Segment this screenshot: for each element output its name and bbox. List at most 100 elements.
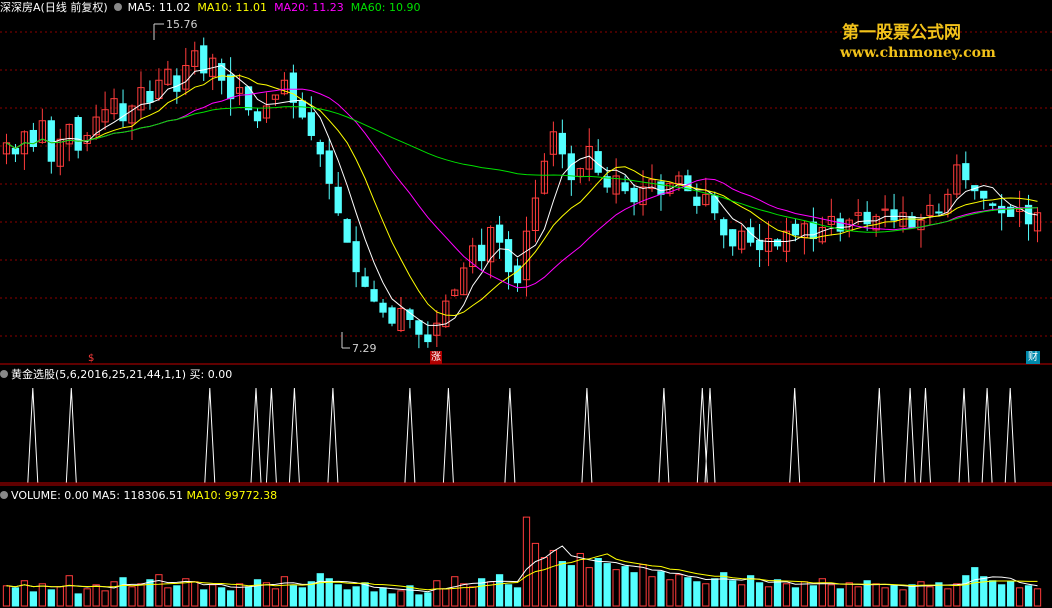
volume-bar [621,566,629,607]
volume-bar [47,589,55,607]
volume-bar [495,574,504,607]
volume-bar [755,582,764,607]
volume-bar [630,572,638,607]
candle-body [558,132,566,155]
volume-bar [567,565,575,607]
candle-body [289,72,298,103]
volume-bar [738,584,746,607]
candle-body [173,75,181,92]
rise-marker-icon[interactable]: 涨 [430,351,442,364]
volume-bar [800,581,809,607]
volume-bar [155,574,163,607]
volume-bar [827,584,835,607]
candle-body [11,147,20,155]
volume-bar [1024,585,1033,607]
volume-bar [110,581,118,607]
ma10-label: MA10: 11.01 [197,1,268,14]
volume-bar [576,552,584,607]
candle-body [657,181,665,195]
volume-bar [639,564,647,607]
volume-bar [791,587,800,607]
volume-bar [944,588,952,607]
volume-bar [702,583,710,607]
indicator-name[interactable]: 黄金选股(5,6,2016,25,21,44,1,1) [11,368,186,381]
volume-ma10-line [6,553,1038,591]
volume-bar [253,579,262,607]
candle-body [729,229,737,247]
volume-bar [711,578,719,607]
candle-body [504,239,513,273]
volume-bar [415,594,423,607]
volume-bar [782,583,791,607]
volume-bar [522,516,531,607]
price-header: 深深房A(日线 前复权) MA5: 11.02 MA10: 11.01 MA20… [0,1,421,14]
volume-bar [908,584,916,607]
volume-bar [209,584,217,607]
candle-body [863,211,871,225]
volume-bar [451,576,459,607]
volume-bar [191,581,199,607]
volume-bar [433,580,441,607]
volume-bar [666,579,674,607]
candle-body [755,239,764,251]
volume-bar [504,584,513,607]
stock-name[interactable]: 深深房A [0,1,41,14]
volume-bar [1033,588,1042,607]
settings-dot-icon[interactable] [0,370,8,378]
volume-bar [585,567,593,607]
volume-bar [971,567,979,607]
candle-body [388,307,396,324]
candle-body [307,112,315,136]
dollar-marker-icon[interactable]: $ [88,352,94,365]
volume-bar [980,576,988,607]
volume-bar [388,593,396,607]
volume-bar [935,582,943,607]
low-price-annotation: 7.29 [352,342,377,355]
period-label[interactable]: (日线 前复权) [41,1,108,14]
watermark-url: www.chnmoney.com [840,45,996,61]
finance-marker-icon[interactable]: 财 [1026,351,1040,364]
candle-body [352,241,360,273]
candle-body [791,223,800,236]
volume-bar [406,585,414,607]
settings-dot-icon[interactable] [0,491,8,499]
volume-bar [2,585,11,607]
volume-bar [854,586,862,607]
candle-body [989,203,997,206]
ma5-label: MA5: 11.02 [127,1,191,14]
volume-bar [361,582,369,607]
volume-bar [890,585,898,607]
volume-bar [962,575,970,607]
candle-body [693,196,701,206]
volume-bar [128,586,136,607]
indicator-header: 黄金选股(5,6,2016,25,21,44,1,1) 买: 0.00 [0,368,232,381]
volume-bar [872,583,880,607]
volume-bar [720,572,728,607]
volume-label[interactable]: VOLUME: 0.00 [11,489,89,502]
volume-bar [137,583,145,607]
volume-bar [397,590,405,607]
volume-bar [119,577,127,607]
volume-bar [881,587,889,607]
ma20-line [6,88,1038,289]
candle-body [962,163,970,181]
candle-body [146,91,154,103]
volume-bar [316,573,324,607]
volume-bar [899,589,907,607]
volume-bar [262,582,271,607]
watermark-title: 第一股票公式网 [842,23,961,43]
volume-bar [845,582,853,607]
volume-bar [370,591,378,607]
volume-bar [38,583,46,607]
candle-body [908,215,916,228]
candle-body [773,239,782,247]
candle-body [200,45,208,74]
volume-bar [998,584,1006,607]
candle-body [935,211,943,214]
volume-bar [334,584,342,607]
volume-bar [92,584,100,607]
volume-bar [244,586,253,607]
volume-bar [29,591,38,607]
settings-dot-icon[interactable] [114,3,123,11]
volume-bar [558,561,566,607]
